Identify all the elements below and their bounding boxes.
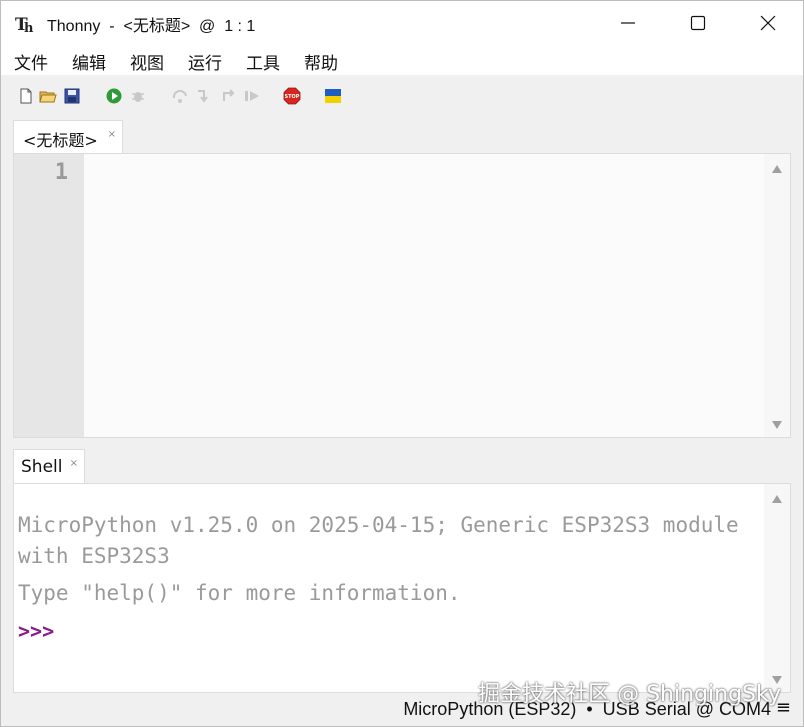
debug-icon[interactable] [129,87,147,105]
ukraine-flag-icon[interactable] [324,87,342,105]
minimize-icon [621,22,635,24]
maximize-button[interactable] [663,1,733,45]
shell-panel[interactable]: MicroPython v1.25.0 on 2025-04-15; Gener… [13,483,791,693]
code-editor[interactable]: 1 [13,153,791,438]
watermark: 掘金技术社区 @ ShingingSky [478,682,781,707]
shell-scroll-up-arrow-icon[interactable] [772,495,782,503]
thonny-window: T h Thonny - <无标题> @ 1 : 1 文件 编辑 视图 运行 工… [0,0,804,727]
stop-icon[interactable]: STOP [283,87,301,105]
editor-tab-close-icon[interactable]: × [108,129,116,140]
svg-text:h: h [24,21,34,35]
line-number-gutter: 1 [14,154,84,437]
editor-scrollbar[interactable] [764,154,790,437]
thonny-logo-icon: T h [15,15,34,35]
shell-tab[interactable]: Shell × [13,449,85,484]
step-over-icon[interactable] [171,87,189,105]
window-title: Thonny - <无标题> @ 1 : 1 [47,18,256,35]
save-icon[interactable] [63,87,81,105]
open-file-icon[interactable] [39,87,57,105]
new-file-icon[interactable] [17,87,35,105]
editor-tab-row: <无标题> × [1,115,803,153]
editor-tab-label: <无标题> [23,131,98,150]
toolbar: STOP [1,77,803,115]
line-number: 1 [54,160,68,185]
shell-tab-row: Shell × [1,445,803,484]
scroll-down-arrow-icon[interactable] [772,421,782,429]
menu-tools[interactable]: 工具 [246,49,280,74]
step-into-icon[interactable] [195,87,213,105]
menu-file[interactable]: 文件 [14,49,48,74]
title-bar: T h Thonny - <无标题> @ 1 : 1 [1,1,803,45]
scroll-up-arrow-icon[interactable] [772,165,782,173]
shell-help-line: Type "help()" for more information. [18,581,461,605]
menu-view[interactable]: 视图 [130,49,164,74]
close-button[interactable] [733,1,803,45]
step-out-icon[interactable] [219,87,237,105]
menu-bar: 文件 编辑 视图 运行 工具 帮助 [1,45,803,75]
close-icon [760,15,776,31]
menu-help[interactable]: 帮助 [304,49,338,74]
code-text-area[interactable] [84,154,764,437]
resume-icon[interactable] [243,87,261,105]
shell-prompt[interactable]: >>> [18,619,54,643]
run-icon[interactable] [105,87,123,105]
minimize-button[interactable] [593,1,663,45]
shell-tab-close-icon[interactable]: × [70,458,78,469]
shell-scrollbar[interactable] [764,484,790,692]
maximize-icon [690,15,706,31]
menu-run[interactable]: 运行 [188,49,222,74]
shell-banner: MicroPython v1.25.0 on 2025-04-15; Gener… [18,513,739,568]
menu-edit[interactable]: 编辑 [72,49,106,74]
editor-tab-untitled[interactable]: <无标题> × [13,120,123,153]
shell-tab-label: Shell [21,457,63,477]
svg-text:STOP: STOP [285,94,300,100]
